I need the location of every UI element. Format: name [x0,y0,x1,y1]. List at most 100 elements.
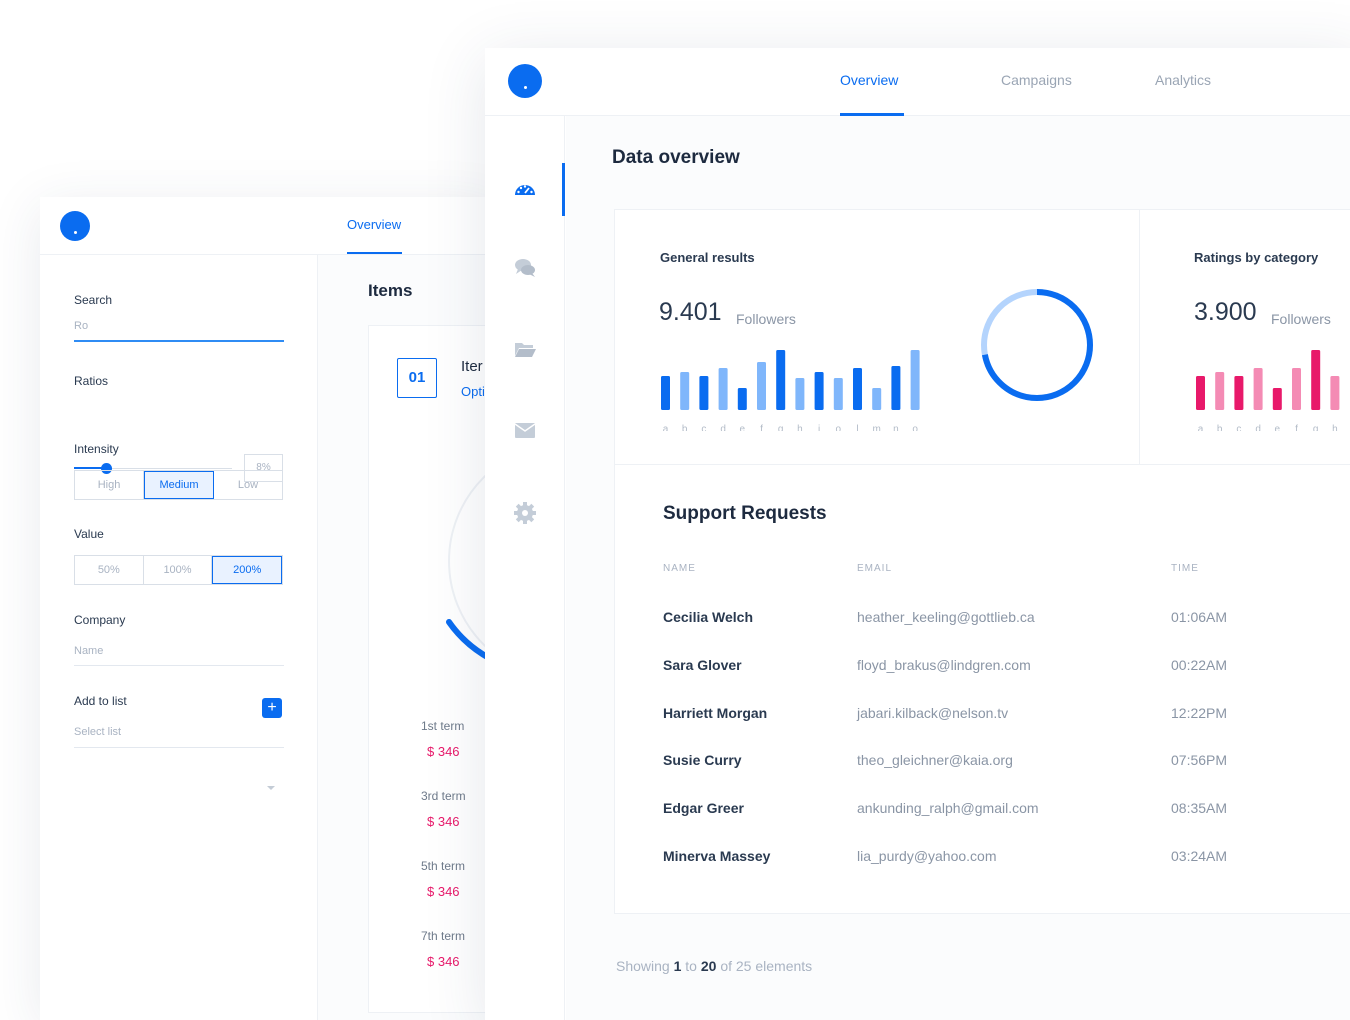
items-panel: Items 01 Iter Opti 1st term $ 346 3rd te… [318,255,500,1020]
ratings-title: Ratings by category [1194,250,1319,265]
tick-label-b: b [1217,424,1223,431]
bar-e [737,388,747,410]
back-tab-underline [347,252,402,254]
row-name: Edgar Greer [663,800,744,816]
bar-h [795,378,805,410]
page-title: Data overview [612,147,740,168]
gear-icon[interactable] [513,501,537,525]
chat-icon[interactable] [513,256,537,280]
bar-a [1196,376,1205,410]
row-name: Minerva Massey [663,848,771,864]
row-name: Harriett Morgan [663,705,768,721]
row-time: 07:56PM [1171,752,1228,768]
app-logo[interactable] [508,64,542,98]
item-number-badge: 01 [397,358,437,398]
bar-a [661,376,670,410]
term-label: 7th term [421,929,466,943]
add-company-button[interactable]: + [262,698,282,718]
company-underline [74,665,284,666]
item-option-link[interactable]: Opti [461,384,485,399]
row-email: heather_keeling@gottlieb.ca [857,609,1035,625]
tick-label-d: d [720,424,726,431]
intensity-high-button[interactable]: High [75,471,144,499]
row-time: 08:35AM [1171,800,1228,816]
bar-f [757,362,766,410]
value-label: Value [74,527,104,541]
select-list-dropdown[interactable]: Select list [74,726,121,738]
ratings-bar-chart: a b c d e f g h [1196,350,1340,431]
tick-label-e: e [1275,424,1281,431]
sidebar [485,116,565,1020]
mail-icon[interactable] [513,418,537,442]
row-email: theo_gleichner@kaia.org [857,752,1013,768]
tick-label-a: a [1198,424,1204,431]
stats-card: General results 9.401 Followers a b c d e f g h… [614,209,1350,466]
row-time: 03:24AM [1171,848,1228,864]
tab-overview[interactable]: Overview [840,72,898,88]
value-50-button[interactable]: 50% [75,556,144,584]
back-tab-overview[interactable]: Overview [347,217,401,232]
stage: Overview Search Ro Ratios 8% Intensity H… [0,0,1350,1020]
tick-label-f: f [1295,424,1298,431]
search-underline [74,340,284,342]
bar-o [833,378,843,410]
dashboard-icon[interactable] [513,178,537,202]
intensity-label: Intensity [74,442,119,456]
row-time: 01:06AM [1171,609,1228,625]
tick-label-d: d [1255,424,1261,431]
column-header-time: TIME [1171,563,1199,574]
intensity-low-button[interactable]: Low [214,471,282,499]
bar-e [1272,388,1282,410]
table-row[interactable]: Harriett Morgan jabari.kilback@nelson.tv… [615,699,1350,729]
ratings-unit: Followers [1271,311,1331,327]
range-end: 20 [700,958,717,974]
term-value: $ 346 [427,744,460,759]
intensity-medium-button[interactable]: Medium [144,471,214,499]
row-email: lia_purdy@yahoo.com [857,848,997,864]
sidebar-active-indicator [562,163,565,216]
company-name-input[interactable]: Name [74,645,103,657]
bar-h [1330,376,1340,410]
tick-label-g: g [1313,424,1319,431]
filter-form: Search Ro Ratios 8% Intensity High Mediu… [40,255,318,1020]
tick-label-e: e [740,424,746,431]
main-content: Data overview General results 9.401 Foll… [566,116,1350,1020]
intensity-segmented: High Medium Low [74,470,283,500]
value-100-button[interactable]: 100% [144,556,213,584]
tick-label-f: f [760,424,763,431]
value-segmented: 50% 100% 200% [74,555,283,585]
table-row[interactable]: Cecilia Welch heather_keeling@gottlieb.c… [615,603,1350,633]
bar-m [872,388,882,410]
bar-g [1311,350,1321,410]
back-window: Overview Search Ro Ratios 8% Intensity H… [40,197,500,1020]
table-row[interactable]: Susie Curry theo_gleichner@kaia.org 07:5… [615,746,1350,776]
back-logo[interactable] [60,211,90,241]
tick-label-l: l [856,424,858,431]
folder-icon[interactable] [513,337,537,361]
bar-l [853,368,862,410]
select-underline [74,747,284,748]
value-200-button[interactable]: 200% [212,556,283,584]
term-label: 1st term [421,719,465,733]
search-input[interactable]: Ro [74,320,88,332]
bar-b [680,372,690,410]
top-nav: Overview Campaigns Analytics [485,48,1350,116]
tick-label-h: h [1332,424,1338,431]
pagination-summary: Showing 1 to 20 of 25 elements [616,958,812,974]
term-value: $ 346 [427,814,460,829]
tab-campaigns[interactable]: Campaigns [1001,72,1072,88]
row-email: floyd_brakus@lindgren.com [857,657,1031,673]
column-header-name: NAME [663,563,696,574]
search-label: Search [74,293,113,307]
chevron-down-icon[interactable] [267,786,275,790]
general-results-unit: Followers [736,311,796,327]
term-value: $ 346 [427,954,460,969]
column-header-email: EMAIL [857,563,893,574]
table-row[interactable]: Sara Glover floyd_brakus@lindgren.com 00… [615,651,1350,681]
bar-g [776,350,786,410]
ratings-value: 3.900 [1194,298,1257,326]
table-row[interactable]: Edgar Greer ankunding_ralph@gmail.com 08… [615,794,1350,824]
table-row[interactable]: Minerva Massey lia_purdy@yahoo.com 03:24… [615,842,1350,872]
ratios-label: Ratios [74,374,109,388]
tab-analytics[interactable]: Analytics [1155,72,1211,88]
